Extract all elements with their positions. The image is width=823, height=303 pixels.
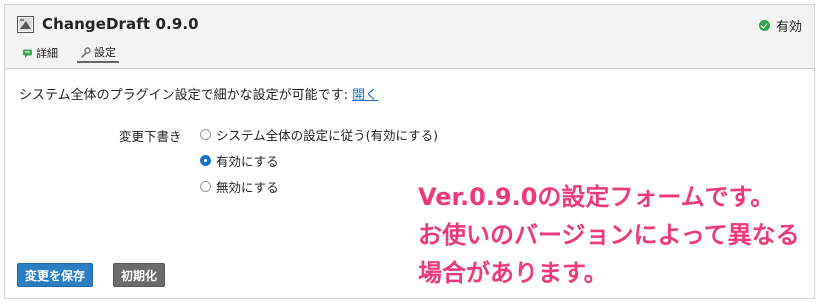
comment-icon — [23, 49, 32, 58]
reset-button[interactable]: 初期化 — [113, 263, 166, 287]
save-changes-button[interactable]: 変更を保存 — [17, 263, 94, 287]
radio-option-follow-system[interactable]: システム全体の設定に従う(有効にする) — [200, 125, 438, 144]
tab-details-label: 詳細 — [36, 47, 58, 60]
radio-label: システム全体の設定に従う(有効にする) — [216, 128, 439, 143]
plugin-title: ChangeDraft 0.9.0 — [42, 15, 199, 33]
tab-settings-label: 設定 — [94, 46, 116, 59]
plugin-header: ChangeDraft 0.9.0 有効 詳細 設定 — [5, 5, 814, 69]
radio-option-disable[interactable]: 無効にする — [200, 177, 279, 196]
wrench-icon — [81, 46, 91, 58]
settings-description: システム全体のプラグイン設定で細かな設定が可能です: 開く — [19, 84, 378, 103]
radio-option-enable[interactable]: 有効にする — [200, 151, 279, 170]
radio-label: 無効にする — [216, 180, 279, 195]
status-label: 有効 — [775, 20, 802, 35]
annotation-line: 場合があります。 — [418, 259, 608, 287]
radio-button[interactable] — [200, 181, 211, 192]
tab-settings[interactable]: 設定 — [77, 43, 119, 63]
tab-details[interactable]: 詳細 — [19, 43, 61, 63]
check-circle-icon — [758, 20, 770, 31]
plugin-page-icon — [17, 16, 34, 33]
change-draft-label: 変更下書き — [119, 129, 182, 144]
radio-label: 有効にする — [216, 154, 279, 169]
description-text: システム全体のプラグイン設定で細かな設定が可能です: — [19, 88, 348, 103]
status-indicator: 有効 — [758, 16, 802, 35]
annotation-line: Ver.0.9.0の設定フォームです。 — [418, 183, 775, 211]
annotation-overlay: Ver.0.9.0の設定フォームです。 お使いのバージョンによって異なる 場合が… — [418, 178, 800, 292]
open-settings-link[interactable]: 開く — [352, 88, 378, 103]
plugin-tabs: 詳細 設定 — [19, 43, 135, 63]
radio-button[interactable] — [200, 129, 211, 140]
annotation-line: お使いのバージョンによって異なる — [418, 221, 800, 249]
radio-button[interactable] — [200, 155, 211, 166]
